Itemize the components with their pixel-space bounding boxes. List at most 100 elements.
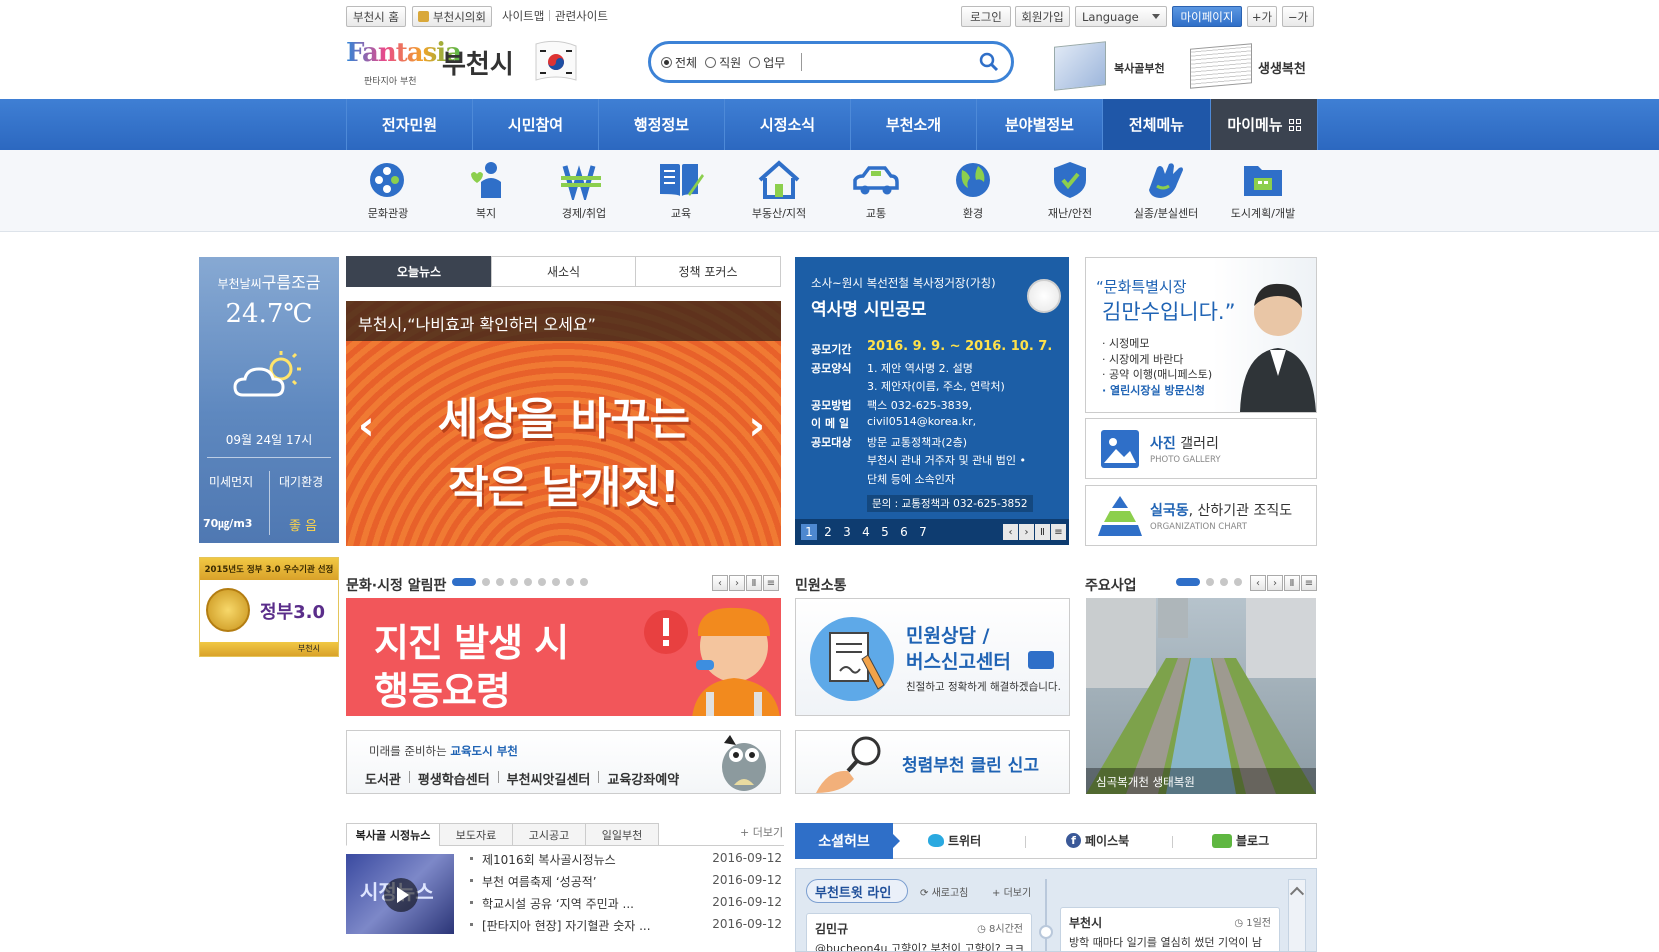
prev-icon[interactable]: ‹ [1250,575,1266,591]
pager-dot[interactable] [510,578,518,586]
next-icon[interactable]: › [1019,524,1034,540]
feed-scrollbar[interactable] [1288,879,1306,951]
pager-dot[interactable] [1206,578,1214,586]
quick-lost-center[interactable]: 실종/분실센터 [1121,160,1211,226]
contest-page-2[interactable]: 2 [820,524,836,540]
video-thumbnail[interactable]: 시정뉴스 [346,854,454,934]
mayor-link[interactable]: · 시정메모 [1102,336,1212,352]
home-link[interactable]: 부천시 홈 [346,6,406,27]
org-chart-link[interactable]: 실국동, 산하기관 조직도 ORGANIZATION CHART [1085,485,1317,546]
clean-report-banner[interactable]: 청렴부천 클린 신고 [795,730,1070,794]
scroll-up-icon[interactable] [1289,886,1305,901]
mypage-button[interactable]: 마이페이지 [1172,6,1242,27]
list-item[interactable]: [판타지아 현장] 자기혈관 숫자 ... 2016-09-12 [470,917,782,939]
mayor-link[interactable]: · 열린시장실 방문신청 [1102,383,1212,399]
mayor-link[interactable]: · 시장에게 바란다 [1102,352,1212,368]
pager-dot[interactable] [538,578,546,586]
edu-banner[interactable]: 미래를 준비하는 교육도시 부천 도서관 평생학습센터 부천씨앗길센터 교육강좌예약 [346,730,781,794]
pager-dot[interactable] [566,578,574,586]
pause-icon[interactable]: Ⅱ [1035,524,1050,540]
press-tab[interactable]: 고시공고 [512,823,586,846]
contest-page-6[interactable]: 6 [896,524,912,540]
weather-widget[interactable]: 부천날씨구름조금 24.7℃ 09월 24일 17시 미세먼지 대기환경 70㎍… [199,257,339,543]
site-logo[interactable]: Fantasia 판타지아 부천 부천시 [346,38,586,90]
pager-dot[interactable] [524,578,532,586]
prev-icon[interactable]: ‹ [712,575,728,591]
pager-active[interactable] [1176,578,1200,586]
civil-banner[interactable]: 민원상담 / 버스신고센터 친절하고 정확하게 해결하겠습니다. [795,598,1070,716]
major-photo[interactable]: 심곡복개천 생태복원 [1086,598,1316,794]
pager-dot[interactable] [482,578,490,586]
edu-link[interactable]: 도서관 [365,769,401,788]
feed-more-link[interactable]: + 더보기 [992,884,1031,899]
refresh-button[interactable]: ⟳ 새로고침 [920,884,968,899]
quick-welfare[interactable]: 복지 [441,160,531,226]
contest-page-4[interactable]: 4 [858,524,874,540]
pager-dot[interactable] [496,578,504,586]
pager-dot[interactable] [1220,578,1228,586]
pager-dot[interactable] [580,578,588,586]
font-increase-button[interactable]: +가 [1247,6,1277,27]
news-slide[interactable]: 부천시,“나비효과 확인하러 오세요” ‹ › 세상을 바꾸는 작은 날개짓! [346,301,781,546]
edu-link[interactable]: 부천씨앗길센터 [507,769,591,788]
join-button[interactable]: 회원가입 [1015,6,1070,27]
nav-by-field[interactable]: 분야별정보 [976,99,1102,150]
sitemap-link[interactable]: 사이트맵 [502,8,544,24]
tweet-card[interactable]: 부천시 ◷ 1일전 방학 때마다 일기를 열심히 썼던 기억이 남 [1060,907,1280,951]
tweet-line-label[interactable]: 부천트윗 라인 [806,879,909,903]
next-icon[interactable]: › [1267,575,1283,591]
list-item[interactable]: 제1016회 복사골시정뉴스 2016-09-12 [470,851,782,873]
search-option-staff[interactable]: 직원 [705,54,741,71]
search-button[interactable] [977,50,1001,74]
banner-saengsaeng[interactable]: 생생복천 [1190,42,1314,90]
press-tab[interactable]: 보도자료 [439,823,513,846]
contest-page-7[interactable]: 7 [915,524,931,540]
social-tab-blog[interactable]: 블로그 [1212,832,1269,849]
list-icon[interactable]: ≡ [763,575,779,591]
pager-active[interactable] [452,578,476,586]
mayor-banner[interactable]: “문화특별시장 김만수입니다.” · 시정메모 · 시장에게 바란다 · 공약 이행… [1085,257,1317,413]
pager-dot[interactable] [552,578,560,586]
edu-link[interactable]: 평생학습센터 [418,769,490,788]
social-tab-twitter[interactable]: 트위터 [928,832,981,849]
login-button[interactable]: 로그인 [961,6,1011,27]
mayor-link[interactable]: · 공약 이행(매니페스토) [1102,367,1212,383]
pause-icon[interactable]: Ⅱ [746,575,762,591]
edu-link[interactable]: 교육강좌예약 [607,769,679,788]
quick-education[interactable]: 교육 [636,160,726,226]
contest-page-3[interactable]: 3 [839,524,855,540]
contest-banner[interactable]: 소사~원시 복선전철 복사정거장(가칭) 역사명 시민공모 공모기간 2016. … [795,257,1069,545]
nav-participation[interactable]: 시민참여 [472,99,598,150]
nav-about[interactable]: 부천소개 [850,99,976,150]
list-icon[interactable]: ≡ [1051,524,1066,540]
quick-traffic[interactable]: 교통 [831,160,921,226]
gov30-banner[interactable]: 2015년도 정부 3.0 우수기관 선정 정부3.0 부천시 [199,557,339,657]
quick-safety[interactable]: 재난/안전 [1025,160,1115,226]
tab-new-news[interactable]: 새소식 [491,256,636,287]
list-item[interactable]: 부천 여름축제 ‘성공적’ 2016-09-12 [470,873,782,895]
quick-urban-plan[interactable]: 도시계획/개발 [1218,160,1308,226]
quick-economy[interactable]: 경제/취업 [539,160,629,226]
nav-admin-info[interactable]: 행정정보 [598,99,724,150]
list-item[interactable]: 학교시설 공유 ‘지역 주민과 ... 2016-09-12 [470,895,782,917]
search-option-task[interactable]: 업무 [749,54,785,71]
nav-all-menu[interactable]: 전체메뉴 [1102,99,1210,150]
play-icon[interactable] [384,878,418,912]
tab-policy-focus[interactable]: 정책 포커스 [635,256,781,287]
banner-boksagol[interactable]: 복사골부천 [1054,41,1166,91]
board-banner[interactable]: 지진 발생 시 행동요령 [346,598,781,716]
nav-e-civil[interactable]: 전자민원 [346,99,472,150]
next-icon[interactable]: › [729,575,745,591]
council-link[interactable]: 부천시의회 [412,6,492,27]
social-title[interactable]: 소셜허브 [795,823,893,859]
quick-culture[interactable]: 문화관광 [343,160,433,226]
quick-realestate[interactable]: 부동산/지적 [734,160,824,226]
prev-icon[interactable]: ‹ [1003,524,1018,540]
related-sites-link[interactable]: 관련사이트 [555,8,608,24]
search-input[interactable] [801,53,971,71]
nav-my-menu[interactable]: 마이메뉴 [1210,99,1318,150]
quick-environment[interactable]: 환경 [928,160,1018,226]
list-icon[interactable]: ≡ [1301,575,1317,591]
language-select[interactable]: Language [1075,6,1167,27]
pager-dot[interactable] [1234,578,1242,586]
